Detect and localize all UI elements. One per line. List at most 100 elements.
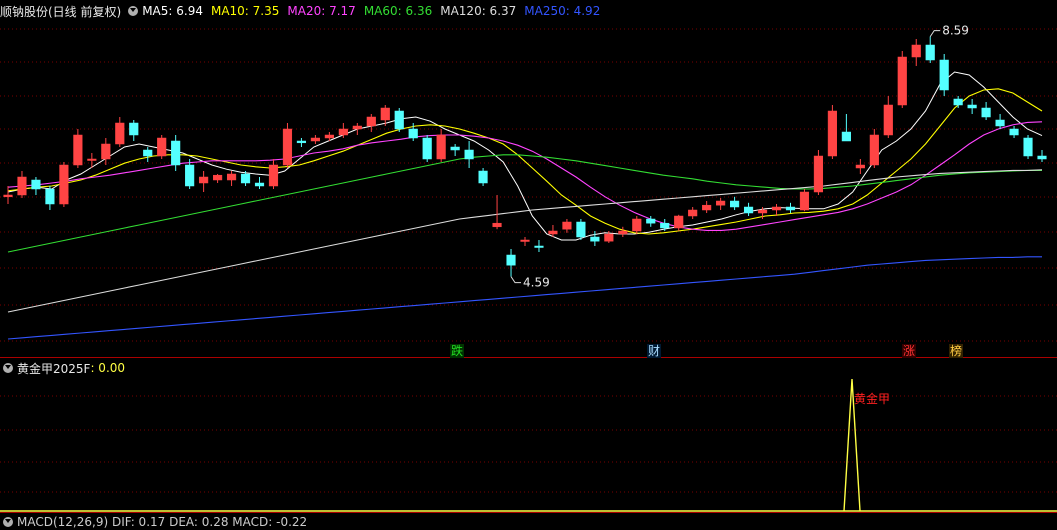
ma-line-ma250 [7,256,1042,340]
chevron-down-icon[interactable] [128,6,139,16]
ma-legend-item: MA120: 6.37 [440,4,517,18]
candle-body [562,221,572,230]
candle-body [268,164,279,187]
candle-body [618,230,628,235]
candle-body [199,176,209,184]
candle-body [506,254,516,266]
ma-legend-item: MA5: 6.94 [142,4,203,18]
candle-body [422,137,432,160]
candle-body [967,104,977,109]
candle-body [855,164,865,169]
candle-body [240,173,251,184]
candle-body [743,206,754,214]
candle-body [129,122,139,136]
candle-body [101,143,111,160]
candle-body [464,149,474,160]
event-marker[interactable]: 跌 [450,344,465,358]
chevron-down-icon[interactable] [3,363,13,373]
ma-legend-item: MA10: 7.35 [210,4,280,18]
candle-body [352,125,362,130]
candle-body [226,173,237,181]
candle-body [646,218,656,224]
candle-body [939,59,949,91]
candle-body [366,116,376,127]
indicator-signal-label: 黄金甲 [854,391,890,406]
candle-body [73,134,83,166]
candle-body [1023,137,1033,157]
candle-body [995,119,1005,127]
candle-body [534,245,544,248]
candle-body [450,146,460,151]
kline-chart: 8.59 4.59 黄金甲 [0,24,1057,513]
candle-body [911,44,921,58]
event-marker[interactable]: 榜 [949,344,964,358]
candle-body [296,140,307,144]
candle-body [310,137,320,142]
candle-body [171,140,181,166]
candle-body [157,137,167,157]
price-panel-header: 顺钠股份(日线 前复权) MA5: 6.94 MA10: 7.35 MA20: 7.… [0,3,612,19]
ma-legend-item: MA20: 7.17 [287,4,356,18]
candle-body [492,222,502,228]
low-price-label: 4.59 [523,276,550,290]
candle-body [702,204,712,211]
candle-body [31,179,41,190]
bottom-panel-title: MACD(12,26,9) DIF: 0.17 DEA: 0.28 MACD: … [17,515,308,529]
candle-body [436,134,446,160]
candle-body [660,222,670,229]
candle-body [771,206,782,211]
candle-body [897,56,907,106]
candle-body [827,110,837,157]
indicator-title: 黄金甲2025F [17,361,91,376]
candle-body [380,107,390,121]
candle-body [869,134,879,166]
candle-body [17,176,27,196]
candle-body [799,191,810,211]
high-price-label: 8.59 [942,24,969,38]
candle-body [282,128,293,166]
candle-body [730,200,740,208]
candle-body [394,110,404,130]
candle-body [604,233,614,242]
candle-body [59,164,69,205]
candle-body [576,221,586,238]
candle-body [408,128,418,139]
candle-body [1009,128,1019,136]
event-marker[interactable]: 财 [647,344,662,358]
indicator-value: : 0.00 [90,361,126,375]
candle-body [688,209,698,217]
candle-body [45,188,55,205]
candle-body [548,230,558,235]
candle-body [478,170,488,184]
ma-legend-item: MA250: 4.92 [524,4,601,18]
candle-body [981,107,991,118]
candle-body [716,200,726,206]
chevron-down-icon[interactable] [3,517,13,527]
candle-body [785,206,796,211]
ma-legend-item: MA60: 6.36 [363,4,433,18]
candle-body [115,122,125,145]
candle-body [324,134,334,139]
low-marker-line [510,276,522,284]
candle-body [883,104,893,136]
candle-body [520,239,530,242]
ma-legend: MA5: 6.94 MA10: 7.35 MA20: 7.17 MA60: 6.36 M… [142,4,608,18]
candle-body [953,98,963,106]
indicator-panel-header: 黄金甲2025F : 0.00 [0,360,129,376]
event-marker[interactable]: 涨 [902,344,917,358]
bottom-panel-header: MACD(12,26,9) DIF: 0.17 DEA: 0.28 MACD: … [0,514,311,530]
candle-body [1037,155,1047,160]
candle-body [841,131,851,142]
high-marker-line [929,30,941,37]
candle-body [757,209,768,214]
candle-body [143,149,153,157]
stock-title: 顺钠股份(日线 前复权) [0,4,122,19]
candle-body [925,44,935,61]
candle-body [87,158,97,161]
candle-body [338,128,348,136]
candle-body [213,174,223,181]
candle-body [590,236,600,242]
candle-body [3,194,13,198]
candle-body [254,182,265,187]
candle-body [813,155,824,193]
